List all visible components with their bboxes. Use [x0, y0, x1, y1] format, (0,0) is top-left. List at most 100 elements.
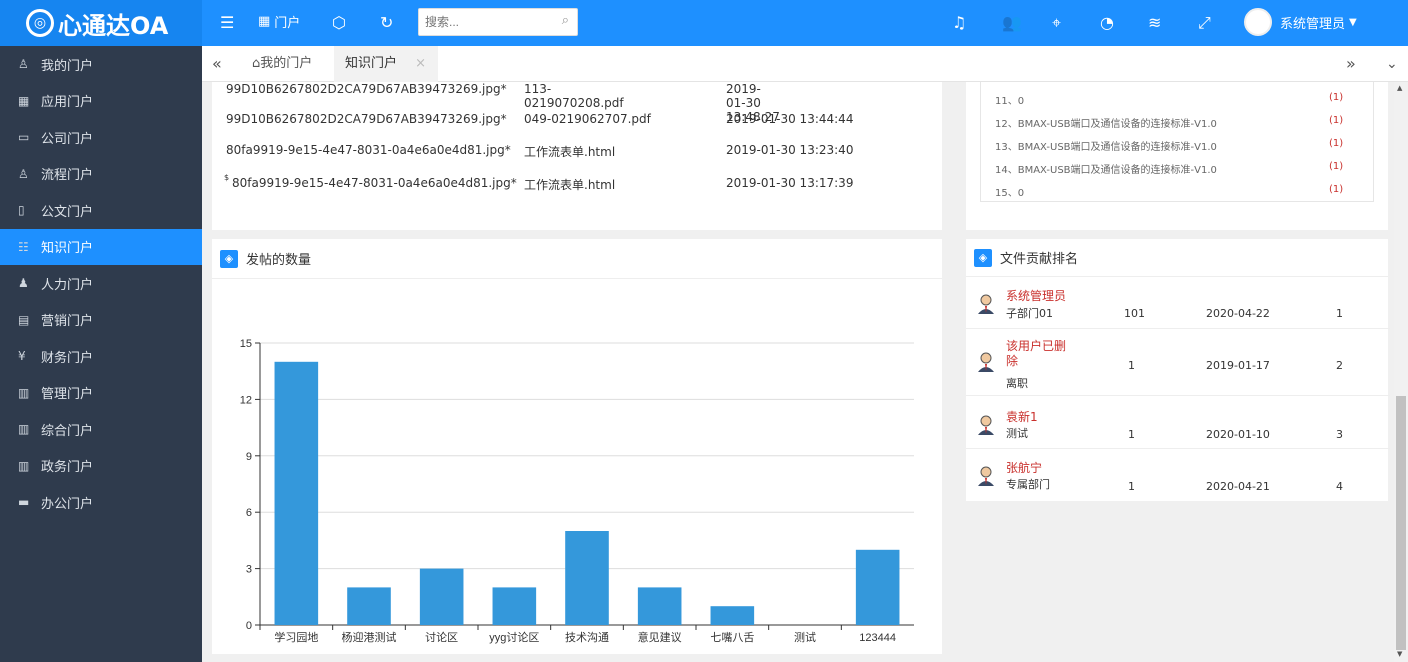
ranking-date: 2020-01-10	[1206, 428, 1270, 441]
x-tick-label: 意见建议	[638, 630, 682, 644]
logo-mark-icon: ◎	[26, 9, 54, 37]
tab-label: 知识门户	[345, 56, 398, 71]
ranking-user-name[interactable]: 张航宁	[1006, 459, 1042, 476]
sidebar-item-label: 综合门户	[41, 423, 94, 439]
ranking-row[interactable]: 系统管理员 子部门01 101 2020-04-22 1	[966, 277, 1390, 329]
sidebar-item-office-portal[interactable]: ▬ 办公门户	[0, 484, 202, 521]
sidebar-item-label: 人力门户	[41, 277, 94, 293]
ranking-user-name[interactable]: 该用户已删除	[1006, 339, 1076, 369]
sidebar-item-knowledge-portal[interactable]: ☷ 知识门户	[0, 228, 202, 265]
sidebar-item-label: 应用门户	[41, 95, 94, 111]
cube-icon[interactable]: ⬡	[332, 12, 346, 34]
ranking-row[interactable]: 袁新1 测试 1 2020-01-10 3	[966, 396, 1390, 449]
ranking-count: 1	[1128, 480, 1135, 493]
sidebar-item-label: 公文门户	[41, 204, 94, 220]
ranking-user-name[interactable]: 系统管理员	[1006, 287, 1066, 304]
bell-icon[interactable]: ♫	[952, 12, 966, 34]
sidebar-item-label: 政务门户	[41, 460, 94, 476]
list-item[interactable]: 14、BMAX-USB端口及通信设备的连接标准-V1.0	[995, 161, 1217, 176]
file-name[interactable]: 工作流表单.html	[524, 143, 615, 160]
ranking-row[interactable]: 该用户已删除 离职 1 2019-01-17 2	[966, 329, 1390, 396]
top-bar: ◎ 心通达OA ☰ ▦ 门户 ⬡ ↻ ⌕ ♫ 👥 ⌖ ◔ ≋ ⤢ 系统管理员 ▼	[0, 0, 1408, 46]
sidebar-item-general-portal[interactable]: ▥ 综合门户	[0, 411, 202, 448]
user-avatar-icon	[976, 465, 996, 487]
y-tick-label: 3	[246, 564, 252, 576]
search-box: ⌕	[418, 8, 578, 36]
portal-button[interactable]: ▦ 门户	[258, 12, 300, 31]
users-icon[interactable]: 👥	[1002, 12, 1022, 34]
file-source: 80fa9919-9e15-4e47-8031-0a4e6a0e4d81.jpg…	[226, 143, 511, 157]
ranking-user-name[interactable]: 袁新1	[1006, 408, 1038, 425]
tab-bar: « ⌂我的门户 知识门户 × » ⌄	[202, 46, 1408, 82]
sidebar-item-manage-portal[interactable]: ▥ 管理门户	[0, 375, 202, 412]
list-item[interactable]: 11、0	[995, 92, 1024, 107]
file-source: 80fa9919-9e15-4e47-8031-0a4e6a0e4d81.jpg…	[232, 176, 517, 190]
user-menu[interactable]: 系统管理员 ▼	[1244, 8, 1357, 36]
chevron-down-icon[interactable]: ⌄	[1384, 46, 1398, 82]
chart-bar	[274, 361, 319, 625]
list-item[interactable]: 13、BMAX-USB端口及通信设备的连接标准-V1.0	[995, 138, 1217, 153]
search-input[interactable]	[419, 9, 549, 35]
list-item-count: (1)	[1329, 138, 1344, 149]
tag-icon[interactable]: ⌖	[1052, 12, 1061, 34]
file-name[interactable]: 工作流表单.html	[524, 176, 615, 193]
list-item-text: 11、0	[995, 96, 1025, 107]
ranking-panel-header: ◈ 文件贡献排名	[966, 239, 1388, 277]
sidebar-item-company-portal[interactable]: ▭ 公司门户	[0, 119, 202, 156]
tab-my-portal[interactable]: ⌂我的门户	[240, 46, 324, 82]
chart-panel-title: 发帖的数量	[246, 253, 312, 268]
tabs-scroll-right-icon[interactable]: »	[1346, 46, 1356, 82]
sidebar-item-label: 知识门户	[41, 241, 94, 257]
chart-bar	[710, 606, 755, 625]
sidebar-item-flow-portal[interactable]: ♙ 流程门户	[0, 156, 202, 193]
chart-bar	[492, 587, 537, 625]
card-icon: ▬	[18, 495, 30, 510]
x-tick-label: 讨论区	[425, 630, 458, 644]
logo[interactable]: ◎ 心通达OA	[0, 0, 202, 46]
close-icon[interactable]: ×	[415, 56, 426, 71]
knowledge-list-panel: 11、0 (1) 12、BMAX-USB端口及通信设备的连接标准-V1.0 (1…	[966, 82, 1388, 230]
user-avatar-icon	[976, 293, 996, 315]
search-icon[interactable]: ⌕	[562, 13, 569, 28]
user-name: 系统管理员	[1280, 16, 1346, 32]
sidebar-item-app-portal[interactable]: ▦ 应用门户	[0, 83, 202, 120]
y-tick-label: 0	[246, 620, 252, 632]
sidebar-item-doc-portal[interactable]: ▯ 公文门户	[0, 192, 202, 229]
scrollbar-thumb[interactable]	[1396, 396, 1406, 650]
refresh-icon[interactable]: ↻	[380, 12, 393, 34]
people-icon: ♟	[18, 276, 29, 291]
page-scrollbar[interactable]: ▲ ▼	[1394, 82, 1408, 662]
list-item-text: 12、BMAX-USB端口及通信设备的连接标准-V1.0	[995, 119, 1217, 130]
layers-icon[interactable]: ≋	[1148, 12, 1161, 34]
sidebar-item-my-portal[interactable]: ♙ 我的门户	[0, 46, 202, 83]
sidebar-item-marketing-portal[interactable]: ▤ 营销门户	[0, 302, 202, 339]
ranking-date: 2020-04-22	[1206, 307, 1270, 320]
sidebar-item-gov-portal[interactable]: ▥ 政务门户	[0, 448, 202, 485]
sidebar-item-finance-portal[interactable]: ¥ 财务门户	[0, 338, 202, 375]
file-time: 2019-01-30 13:44:44	[726, 112, 854, 126]
menu-toggle-icon[interactable]: ☰	[220, 12, 234, 34]
file-name[interactable]: 049-0219062707.pdf	[524, 112, 651, 126]
chevron-down-icon: ▼	[1349, 16, 1357, 28]
fullscreen-icon[interactable]: ⤢	[1198, 12, 1211, 34]
dashboard-icon[interactable]: ◔	[1100, 12, 1114, 34]
file-name[interactable]: 113-0219070208.pdf	[524, 82, 624, 110]
ranking-count: 1	[1128, 428, 1135, 441]
list-item[interactable]: 12、BMAX-USB端口及通信设备的连接标准-V1.0	[995, 115, 1217, 130]
chart-bar	[565, 531, 609, 625]
chart-panel: ◈ 发帖的数量 0 3 6 9 12 15 学习园地 杨迎港测试 讨论区 yyg讨论区 技术沟通 意见…	[212, 239, 942, 654]
scroll-up-icon[interactable]: ▲	[1397, 84, 1402, 92]
tabs-scroll-left-icon[interactable]: «	[212, 46, 222, 82]
list-item[interactable]: 15、0	[995, 184, 1024, 199]
sidebar-item-hr-portal[interactable]: ♟ 人力门户	[0, 265, 202, 302]
ranking-row[interactable]: 张航宁 专属部门 1 2020-04-21 4	[966, 449, 1390, 501]
x-tick-label: 123444	[859, 632, 896, 644]
sidebar-item-label: 我的门户	[41, 58, 94, 74]
ranking-rank: 4	[1336, 480, 1343, 493]
chart-panel-header: ◈ 发帖的数量	[212, 239, 942, 279]
ranking-rank: 1	[1336, 307, 1343, 320]
tab-knowledge-portal[interactable]: 知识门户 ×	[334, 46, 439, 82]
sidebar-item-label: 公司门户	[41, 131, 94, 147]
tag-icon: ◈	[220, 249, 238, 268]
scroll-down-icon[interactable]: ▼	[1397, 650, 1402, 658]
